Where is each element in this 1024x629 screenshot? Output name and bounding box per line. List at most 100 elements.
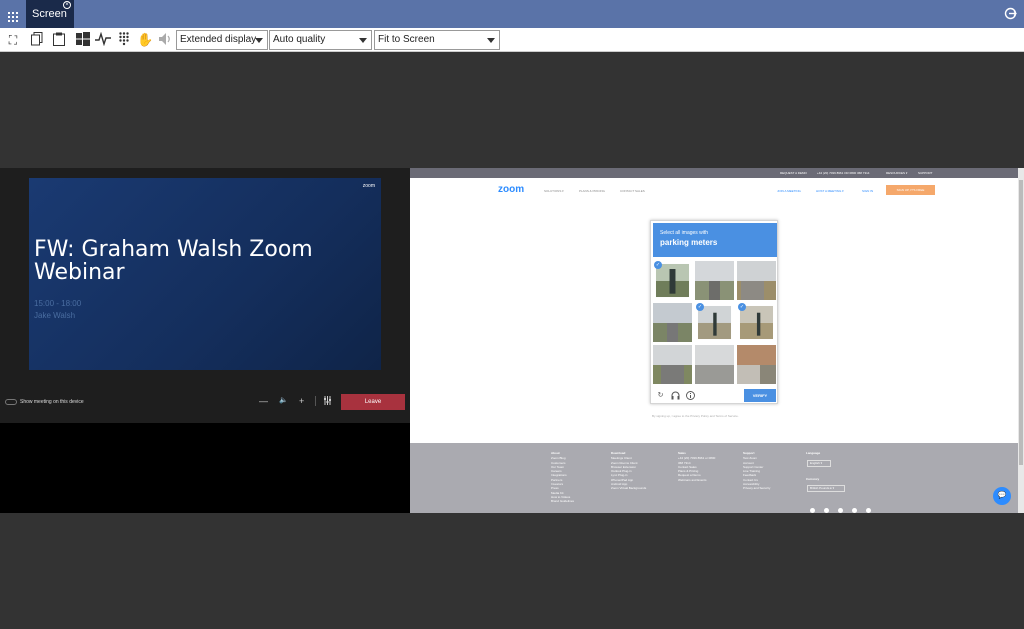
chevron-down-icon [487,38,495,43]
captcha-tile[interactable] [695,345,734,384]
hand-icon[interactable]: ✋ [137,32,153,48]
settings-sliders-icon[interactable] [323,396,332,407]
top-link[interactable]: SUPPORT [918,171,932,175]
apps-grid-icon[interactable] [8,9,18,22]
nav-sign-in[interactable]: SIGN IN [862,189,873,193]
footer-link[interactable]: Webinars and Events [678,478,715,482]
fullscreen-icon[interactable]: ⛶ [5,32,21,48]
display-mode-select[interactable]: Extended display [176,30,268,50]
captcha-target: parking meters [660,238,718,247]
volume-icon[interactable] [157,32,173,48]
footer-link[interactable]: Zoom Virtual Backgrounds [611,486,646,490]
top-link: +44 (20) 7039 8961 OR 0800 368 7314 [817,171,870,175]
nav-plans[interactable]: PLANS & PRICING [579,189,605,193]
captcha-tile[interactable] [697,305,732,340]
zoom-top-bar: REQUEST A DEMO +44 (20) 7039 8961 OR 080… [410,168,1018,178]
captcha-tile[interactable] [695,261,734,300]
logout-icon[interactable] [1004,7,1017,20]
captcha-tile[interactable] [737,261,776,300]
slide-title: FW: Graham Walsh Zoom Webinar [34,237,313,285]
youtube-icon[interactable] [852,508,857,513]
refresh-icon[interactable]: ↻ [656,391,665,400]
footer-col-support: Support Test Zoom Account Support Center… [743,451,770,491]
headphones-icon[interactable] [671,391,680,400]
slide-logo: zoom [362,183,375,189]
footer-link[interactable]: Brand Guidelines [551,499,574,503]
slide-time: 15:00 - 18:00 [34,299,82,308]
nav-contact-sales[interactable]: CONTACT SALES [620,189,645,193]
nav-join[interactable]: JOIN A MEETING [777,189,801,193]
close-icon[interactable]: × [63,1,71,9]
captcha-tile[interactable] [653,303,692,342]
tab-label: Screen [32,8,67,20]
nav-solutions[interactable]: SOLUTIONS ▾ [544,189,564,193]
captcha-tile[interactable] [655,263,690,298]
chat-icon[interactable]: 💬 [993,487,1011,505]
footer-heading: Sales [678,451,686,455]
nav-host[interactable]: HOST A MEETING ▾ [816,189,844,193]
remote-screen[interactable]: zoom FW: Graham Walsh Zoom Webinar 15:00… [0,168,1024,513]
chevron-down-icon [359,38,367,43]
plus-icon[interactable]: + [299,396,304,406]
check-icon: ✓ [654,261,662,269]
top-link[interactable]: REQUEST A DEMO [780,171,807,175]
footer-heading: About [551,451,560,455]
footer-heading: Support [743,451,755,455]
scrollbar-thumb[interactable] [1019,180,1023,465]
speaker-icon[interactable]: 🔈 [279,396,288,406]
leave-button[interactable]: Leave [341,394,405,410]
captcha-tile[interactable] [739,305,774,340]
quality-value: Auto quality [273,34,326,45]
footer-heading: Currency [806,477,820,481]
keypad-icon[interactable] [116,32,132,48]
footer-col-sales: Sales +44 (20) 7039 8961 or 0800 368 731… [678,451,715,482]
top-link[interactable]: RESOURCES ▾ [886,171,907,175]
minus-icon[interactable]: — [259,396,268,406]
browser-pane: REQUEST A DEMO +44 (20) 7039 8961 OR 080… [410,168,1024,513]
divider [315,396,316,406]
facebook-icon[interactable] [866,508,871,513]
footer-col-language: Language [806,451,820,456]
meeting-pane: zoom FW: Graham Walsh Zoom Webinar 15:00… [0,168,410,513]
zoom-footer: About Zoom Blog Customers Our Team Caree… [410,443,1018,513]
zoom-logo[interactable]: zoom [498,184,524,195]
slide-presenter: Jake Walsh [34,311,76,320]
verify-button[interactable]: VERIFY [744,389,776,402]
show-meeting-label: Show meeting on this device [20,399,84,405]
language-select[interactable]: English ▾ [807,460,831,467]
scaling-value: Fit to Screen [378,34,435,45]
signup-button[interactable]: SIGN UP, IT'S FREE [886,185,935,195]
currency-select[interactable]: British Pounds £ ▾ [807,485,845,492]
tab-screen[interactable]: Screen × [26,0,74,28]
show-meeting-toggle[interactable] [5,399,17,405]
footer-col-download: Download Meetings Client Zoom Rooms Clie… [611,451,646,491]
quality-select[interactable]: Auto quality [269,30,372,50]
footer-link[interactable]: +44 (20) 7039 8961 or 0800 [678,456,715,460]
twitter-icon[interactable] [838,508,843,513]
captcha-instruction: Select all images with [660,230,709,236]
page-scrollbar[interactable] [1018,168,1024,513]
linkedin-icon[interactable] [824,508,829,513]
meeting-window: zoom FW: Graham Walsh Zoom Webinar 15:00… [0,168,410,423]
footer-heading: Language [806,451,821,455]
info-icon[interactable] [686,391,695,400]
footer-heading: Download [611,451,626,455]
clipboard-icon[interactable] [51,32,67,48]
title-bar: Screen × [0,0,1024,28]
activity-icon[interactable] [95,31,111,48]
chevron-down-icon [255,38,263,43]
wordpress-icon[interactable] [810,508,815,513]
windows-icon[interactable] [75,32,91,48]
captcha-tile[interactable] [737,345,776,384]
footer-link[interactable]: Privacy and Security [743,486,770,490]
footer-col-currency: Currency [806,477,819,482]
captcha-footer: ↻ VERIFY [651,387,779,405]
check-icon: ✓ [738,303,746,311]
check-icon: ✓ [696,303,704,311]
scaling-select[interactable]: Fit to Screen [374,30,500,50]
toolbar: ⛶ ✋ Extended display Auto quality Fit to… [0,28,1024,52]
display-mode-value: Extended display [180,34,257,45]
footer-col-about: About Zoom Blog Customers Our Team Caree… [551,451,574,504]
copy-icon[interactable] [29,32,45,48]
captcha-tile[interactable] [653,345,692,384]
